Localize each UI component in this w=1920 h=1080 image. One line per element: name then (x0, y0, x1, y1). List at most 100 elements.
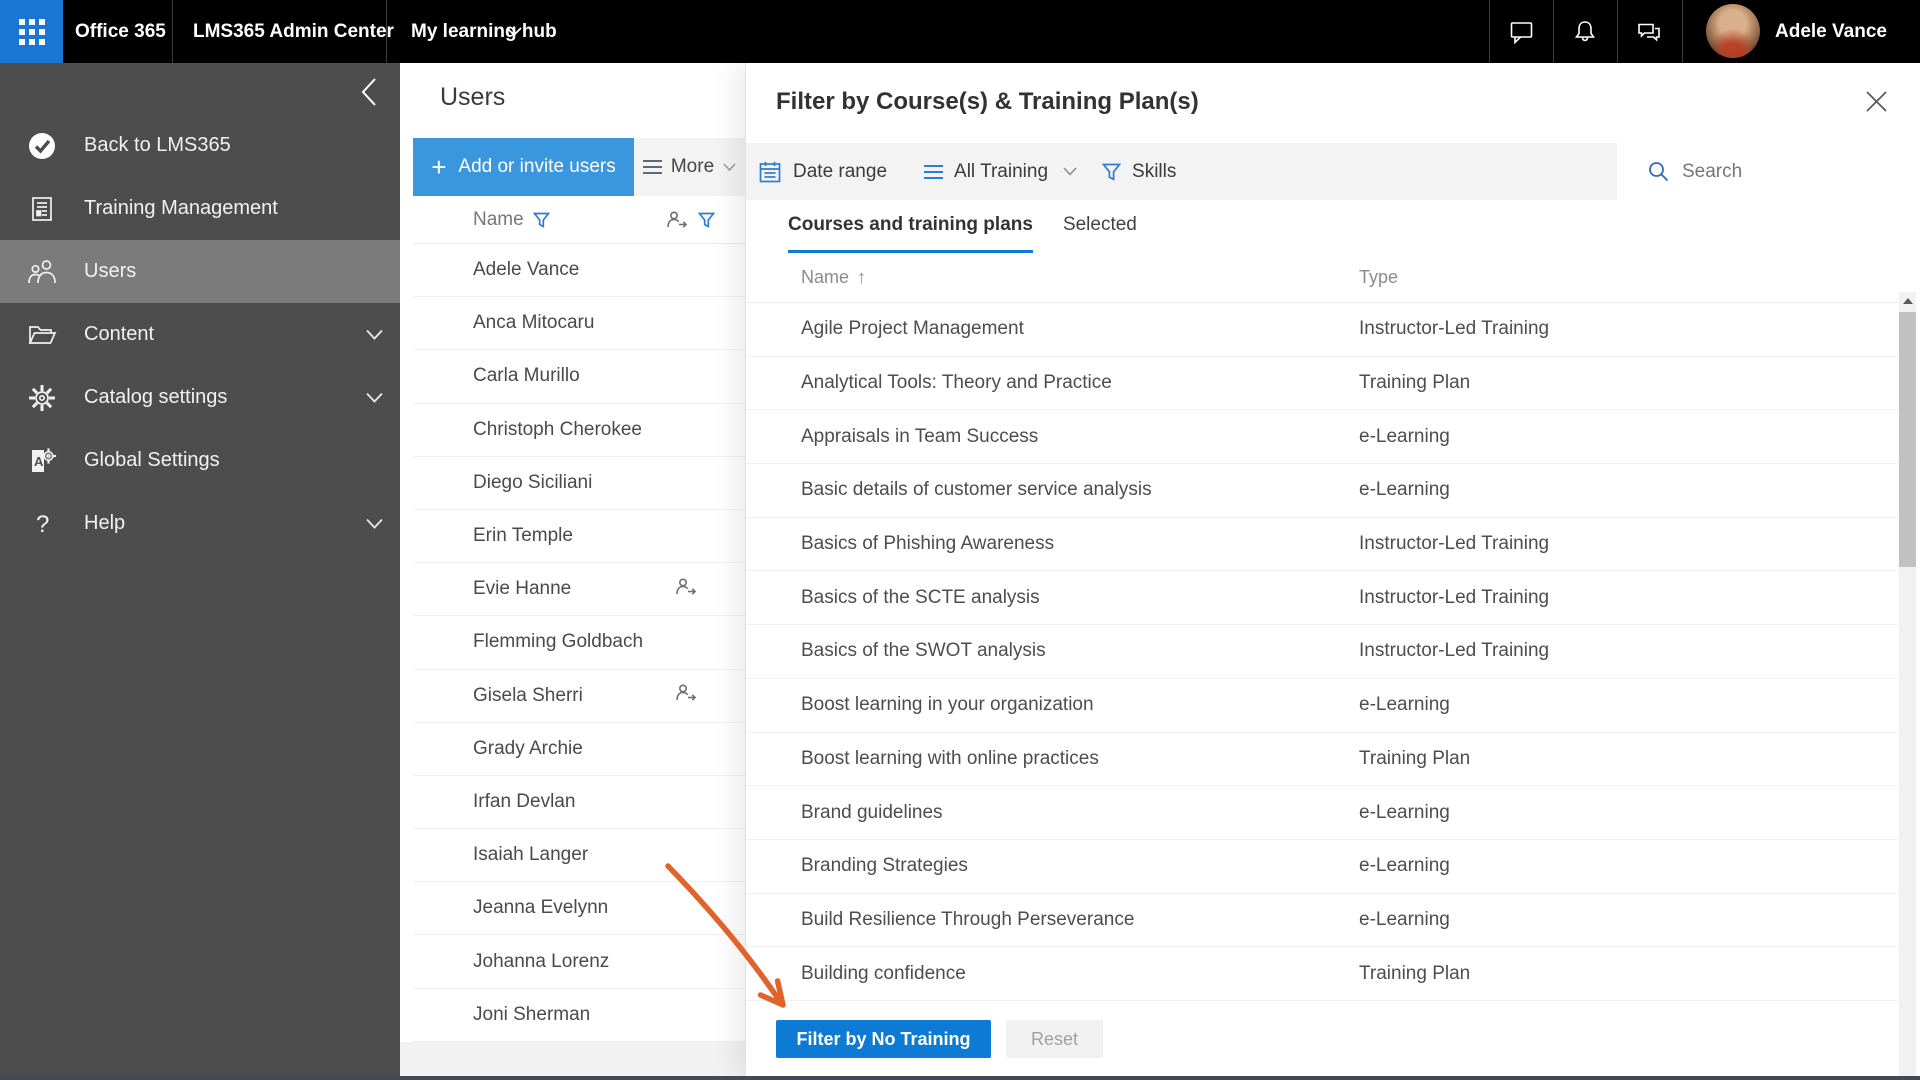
course-name: Boost learning with online practices (801, 748, 1099, 770)
skills-filter-button[interactable]: Skills (1102, 161, 1176, 183)
page-title: Users (440, 83, 505, 112)
tab-courses-and-training-plans[interactable]: Courses and training plans (788, 200, 1033, 253)
course-name: Basics of Phishing Awareness (801, 533, 1054, 555)
user-row[interactable]: Johanna Lorenz (413, 935, 745, 988)
filter-icon[interactable] (533, 212, 550, 228)
filter-icon (1102, 163, 1121, 181)
filter-icon[interactable] (698, 212, 715, 228)
chevron-down-icon[interactable] (506, 0, 522, 63)
scroll-up-arrow-icon[interactable] (1903, 298, 1913, 304)
person-arrow-icon[interactable] (675, 578, 697, 601)
user-row[interactable]: Adele Vance (413, 244, 745, 297)
course-row[interactable]: Basics of Phishing Awareness Instructor-… (746, 518, 1899, 572)
reset-button[interactable]: Reset (1006, 1020, 1103, 1058)
date-range-button[interactable]: Date range (758, 160, 887, 184)
sidebar-item-users[interactable]: Users (0, 240, 400, 303)
chevron-down-icon[interactable] (366, 323, 383, 346)
bell-icon[interactable] (1553, 0, 1617, 63)
course-row[interactable]: Analytical Tools: Theory and Practice Tr… (746, 357, 1899, 411)
app-title[interactable]: LMS365 Admin Center (193, 0, 394, 63)
person-arrow-icon[interactable] (666, 211, 688, 228)
user-row[interactable]: Jeanna Evelynn (413, 882, 745, 935)
name-column-header[interactable]: Name (473, 209, 524, 231)
user-avatar[interactable] (1706, 4, 1760, 58)
app-launcher-button[interactable] (0, 0, 63, 63)
user-name: Joni Sherman (473, 1004, 590, 1026)
menu-icon (643, 160, 662, 174)
course-row[interactable]: Agile Project Management Instructor-Led … (746, 303, 1899, 357)
user-row[interactable]: Diego Siciliani (413, 457, 745, 510)
lms365-logo-icon (25, 131, 59, 161)
user-row[interactable]: Christoph Cherokee (413, 404, 745, 457)
user-row[interactable]: Carla Murillo (413, 350, 745, 403)
brand-office365[interactable]: Office 365 (75, 0, 166, 63)
course-row[interactable]: Branding Strategies e-Learning (746, 840, 1899, 894)
user-name: Adele Vance (473, 259, 579, 281)
course-row[interactable]: Appraisals in Team Success e-Learning (746, 410, 1899, 464)
user-row[interactable]: Joni Sherman (413, 989, 745, 1042)
feedback-icon[interactable] (1617, 0, 1681, 63)
svg-text:?: ? (36, 511, 49, 538)
user-name[interactable]: Adele Vance (1775, 0, 1887, 63)
users-panel: Users + Add or invite users More Name Ad… (400, 63, 745, 1076)
course-name: Basics of the SWOT analysis (801, 640, 1046, 662)
course-row[interactable]: Build Resilience Through Perseverance e-… (746, 894, 1899, 948)
user-name: Gisela Sherri (473, 685, 583, 707)
user-row[interactable]: Evie Hanne (413, 563, 745, 616)
user-row[interactable]: Flemming Goldbach (413, 616, 745, 669)
sidebar-item-back-to-lms365[interactable]: Back to LMS365 (0, 114, 400, 177)
more-button[interactable]: More (634, 138, 745, 196)
close-button[interactable] (1862, 87, 1890, 115)
user-name: Evie Hanne (473, 578, 571, 600)
vertical-scrollbar[interactable] (1899, 292, 1916, 1076)
course-row[interactable]: Building confidence Training Plan (746, 947, 1899, 1001)
user-row[interactable]: Erin Temple (413, 510, 745, 563)
tab-selected[interactable]: Selected (1063, 200, 1137, 253)
sidebar-collapse-button[interactable] (352, 73, 384, 111)
type-column-header[interactable]: Type (1359, 267, 1398, 288)
course-row[interactable]: Boost learning in your organization e-Le… (746, 679, 1899, 733)
sidebar-item-label: Catalog settings (84, 386, 227, 409)
course-row[interactable]: Basics of the SCTE analysis Instructor-L… (746, 571, 1899, 625)
course-name: Appraisals in Team Success (801, 426, 1038, 448)
course-row[interactable]: Boost learning with online practices Tra… (746, 733, 1899, 787)
person-arrow-icon[interactable] (675, 684, 697, 707)
user-name: Diego Siciliani (473, 472, 592, 494)
sidebar-item-global-settings[interactable]: A Global Settings (0, 429, 400, 492)
user-row[interactable]: Gisela Sherri (413, 670, 745, 723)
user-name: Anca Mitocaru (473, 312, 594, 334)
name-column-header[interactable]: Name ↑ (801, 267, 866, 288)
training-type-dropdown[interactable]: All Training (924, 161, 1077, 183)
calendar-icon (758, 160, 782, 184)
user-row[interactable]: Grady Archie (413, 723, 745, 776)
course-name: Agile Project Management (801, 318, 1024, 340)
course-type: e-Learning (1359, 479, 1450, 501)
search-input[interactable] (1682, 161, 1902, 183)
course-row[interactable]: Basics of the SWOT analysis Instructor-L… (746, 625, 1899, 679)
search-box (1617, 143, 1920, 200)
dialog-title: Filter by Course(s) & Training Plan(s) (776, 88, 1199, 116)
sidebar-item-label: Back to LMS365 (84, 134, 231, 157)
filter-by-no-training-button[interactable]: Filter by No Training (776, 1020, 991, 1058)
course-name: Basic details of customer service analys… (801, 479, 1152, 501)
chat-icon[interactable] (1489, 0, 1553, 63)
user-name: Flemming Goldbach (473, 631, 643, 653)
scrollbar-thumb[interactable] (1899, 312, 1916, 567)
user-row[interactable]: Irfan Devlan (413, 776, 745, 829)
close-icon (1865, 90, 1888, 113)
sidebar-item-content[interactable]: Content (0, 303, 400, 366)
courses-table: Name ↑ Type Agile Project Management Ins… (746, 253, 1899, 1001)
course-row[interactable]: Basic details of customer service analys… (746, 464, 1899, 518)
sidebar-item-help[interactable]: ? Help (0, 492, 400, 555)
add-or-invite-users-button[interactable]: + Add or invite users (413, 138, 634, 196)
course-row[interactable]: Brand guidelines e-Learning (746, 786, 1899, 840)
course-name: Branding Strategies (801, 855, 968, 877)
hub-menu[interactable]: My learning hub (411, 0, 557, 63)
sidebar-item-training-management[interactable]: Training Management (0, 177, 400, 240)
sort-ascending-icon: ↑ (857, 267, 866, 288)
sidebar-item-catalog-settings[interactable]: Catalog settings (0, 366, 400, 429)
user-row[interactable]: Anca Mitocaru (413, 297, 745, 350)
chevron-down-icon[interactable] (366, 512, 383, 535)
chevron-down-icon[interactable] (366, 386, 383, 409)
user-row[interactable]: Isaiah Langer (413, 829, 745, 882)
